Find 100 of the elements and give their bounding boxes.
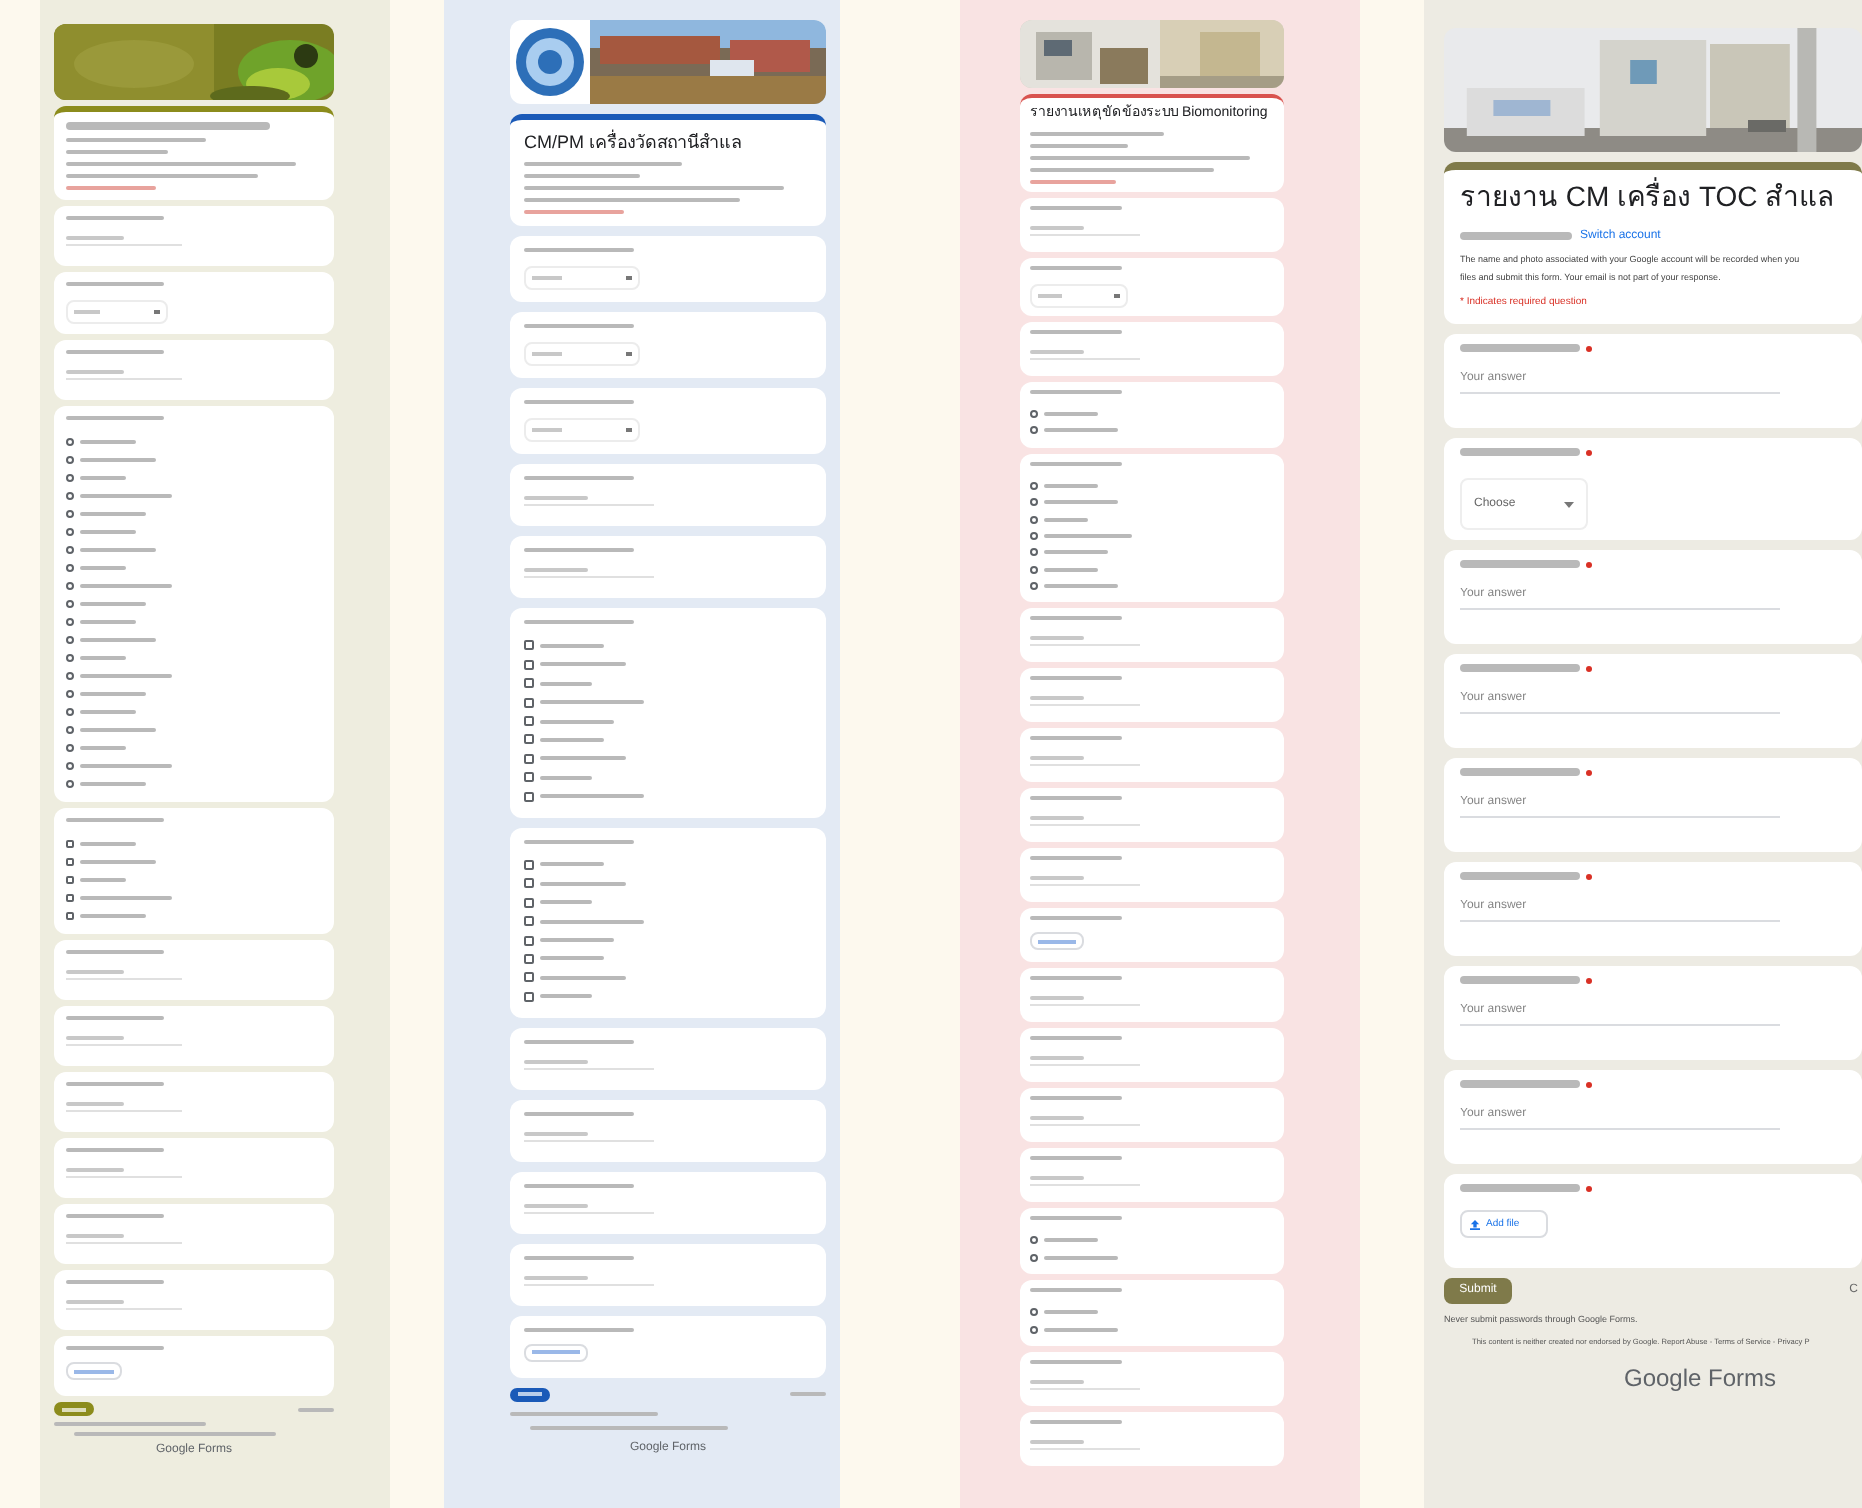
answer-field[interactable]	[66, 1300, 182, 1310]
checkbox[interactable]	[524, 678, 534, 689]
checkbox[interactable]	[66, 875, 74, 883]
radio-button[interactable]	[66, 743, 74, 751]
checkbox[interactable]	[524, 916, 534, 927]
radio-button[interactable]	[1030, 565, 1038, 574]
answer-field[interactable]	[524, 1059, 654, 1070]
answer-field[interactable]	[1030, 876, 1140, 887]
answer-field[interactable]	[1030, 349, 1140, 360]
answer-field[interactable]	[1030, 1379, 1140, 1390]
answer-field[interactable]	[1030, 996, 1140, 1007]
answer-field[interactable]	[66, 370, 182, 380]
blurred-text	[1044, 533, 1132, 538]
radio-button[interactable]	[66, 689, 74, 697]
blurred-text	[1030, 1419, 1123, 1424]
blurred-text	[540, 956, 604, 961]
checkbox[interactable]	[524, 953, 534, 964]
radio-button[interactable]	[66, 707, 74, 715]
radio-button[interactable]	[1030, 481, 1038, 490]
blurred-text	[1460, 1184, 1580, 1193]
answer-field[interactable]	[1030, 756, 1140, 767]
checkbox[interactable]	[524, 972, 534, 983]
radio-button[interactable]	[66, 761, 74, 769]
caret-icon	[1564, 501, 1574, 508]
radio-button[interactable]	[66, 653, 74, 661]
answer-field[interactable]	[524, 496, 654, 507]
radio-button[interactable]	[1030, 1308, 1038, 1317]
answer-field[interactable]	[524, 568, 654, 579]
answer-field[interactable]	[524, 1275, 654, 1286]
radio-button[interactable]	[66, 509, 74, 517]
checkbox[interactable]	[66, 857, 74, 865]
answer-field[interactable]	[524, 1203, 654, 1214]
radio-button[interactable]	[66, 563, 74, 571]
answer-field[interactable]	[66, 1168, 182, 1178]
radio-button[interactable]	[1030, 531, 1038, 540]
checkbox[interactable]	[524, 772, 534, 783]
radio-button[interactable]	[66, 671, 74, 679]
radio-button[interactable]	[1030, 1325, 1038, 1334]
checkbox[interactable]	[66, 911, 74, 919]
answer-field[interactable]	[1030, 225, 1140, 236]
answer-field[interactable]	[66, 236, 182, 246]
checkbox[interactable]	[524, 991, 534, 1002]
radio-button[interactable]	[66, 635, 74, 643]
checkbox[interactable]	[524, 878, 534, 889]
answer-field[interactable]	[1030, 1176, 1140, 1187]
blurred-text	[540, 700, 644, 705]
radio-button[interactable]	[66, 491, 74, 499]
checkbox[interactable]	[524, 640, 534, 651]
checkbox[interactable]	[524, 659, 534, 670]
radio-button[interactable]	[66, 545, 74, 553]
radio-button[interactable]	[1030, 515, 1038, 523]
radio-button[interactable]	[66, 581, 74, 589]
checkbox[interactable]	[524, 791, 534, 802]
checkbox[interactable]	[66, 839, 74, 847]
radio-button[interactable]	[1030, 409, 1038, 418]
radio-button[interactable]	[66, 437, 74, 445]
answer-field[interactable]	[66, 970, 182, 980]
radio-button[interactable]	[1030, 582, 1038, 591]
radio-button[interactable]	[1030, 1236, 1038, 1245]
radio-button[interactable]	[66, 779, 74, 787]
answer-field[interactable]	[66, 1102, 182, 1112]
blurred-text	[524, 1327, 634, 1332]
radio-button[interactable]	[1030, 426, 1038, 435]
radio-button[interactable]	[66, 527, 74, 535]
answer-field[interactable]	[1030, 1439, 1140, 1450]
answer-field[interactable]	[524, 1131, 654, 1142]
blurred-text	[540, 775, 592, 780]
blurred-text	[1030, 329, 1123, 334]
checkbox[interactable]	[524, 753, 534, 764]
blurred-text	[540, 643, 604, 648]
answer-field[interactable]	[1030, 1056, 1140, 1067]
blurred-text	[540, 919, 644, 924]
radio-button[interactable]	[66, 473, 74, 481]
answer-field[interactable]	[1030, 1116, 1140, 1127]
blurred-text	[1030, 616, 1123, 621]
submit-button[interactable]	[54, 1402, 94, 1416]
answer-field[interactable]	[1030, 816, 1140, 827]
checkbox[interactable]	[524, 734, 534, 745]
answer-field[interactable]	[1030, 696, 1140, 707]
radio-button[interactable]	[66, 617, 74, 625]
radio-button[interactable]	[66, 725, 74, 733]
checkbox[interactable]	[524, 859, 534, 870]
submit-button[interactable]	[510, 1387, 550, 1402]
checkbox[interactable]	[524, 935, 534, 946]
answer-field[interactable]	[66, 1036, 182, 1046]
blurred-text	[524, 1039, 634, 1044]
checkbox[interactable]	[66, 893, 74, 901]
radio-button[interactable]	[66, 455, 74, 463]
blurred-text	[1044, 584, 1118, 589]
checkbox[interactable]	[524, 716, 534, 726]
radio-button[interactable]	[66, 599, 74, 607]
answer-field[interactable]	[1030, 636, 1140, 647]
answer-field[interactable]	[66, 1234, 182, 1244]
checkbox[interactable]	[524, 697, 534, 708]
checkbox[interactable]	[524, 897, 534, 908]
radio-button[interactable]	[1030, 498, 1038, 507]
blurred-text	[1030, 1036, 1123, 1041]
blurred-text	[524, 1255, 634, 1260]
radio-button[interactable]	[1030, 548, 1038, 557]
radio-button[interactable]	[1030, 1253, 1038, 1262]
